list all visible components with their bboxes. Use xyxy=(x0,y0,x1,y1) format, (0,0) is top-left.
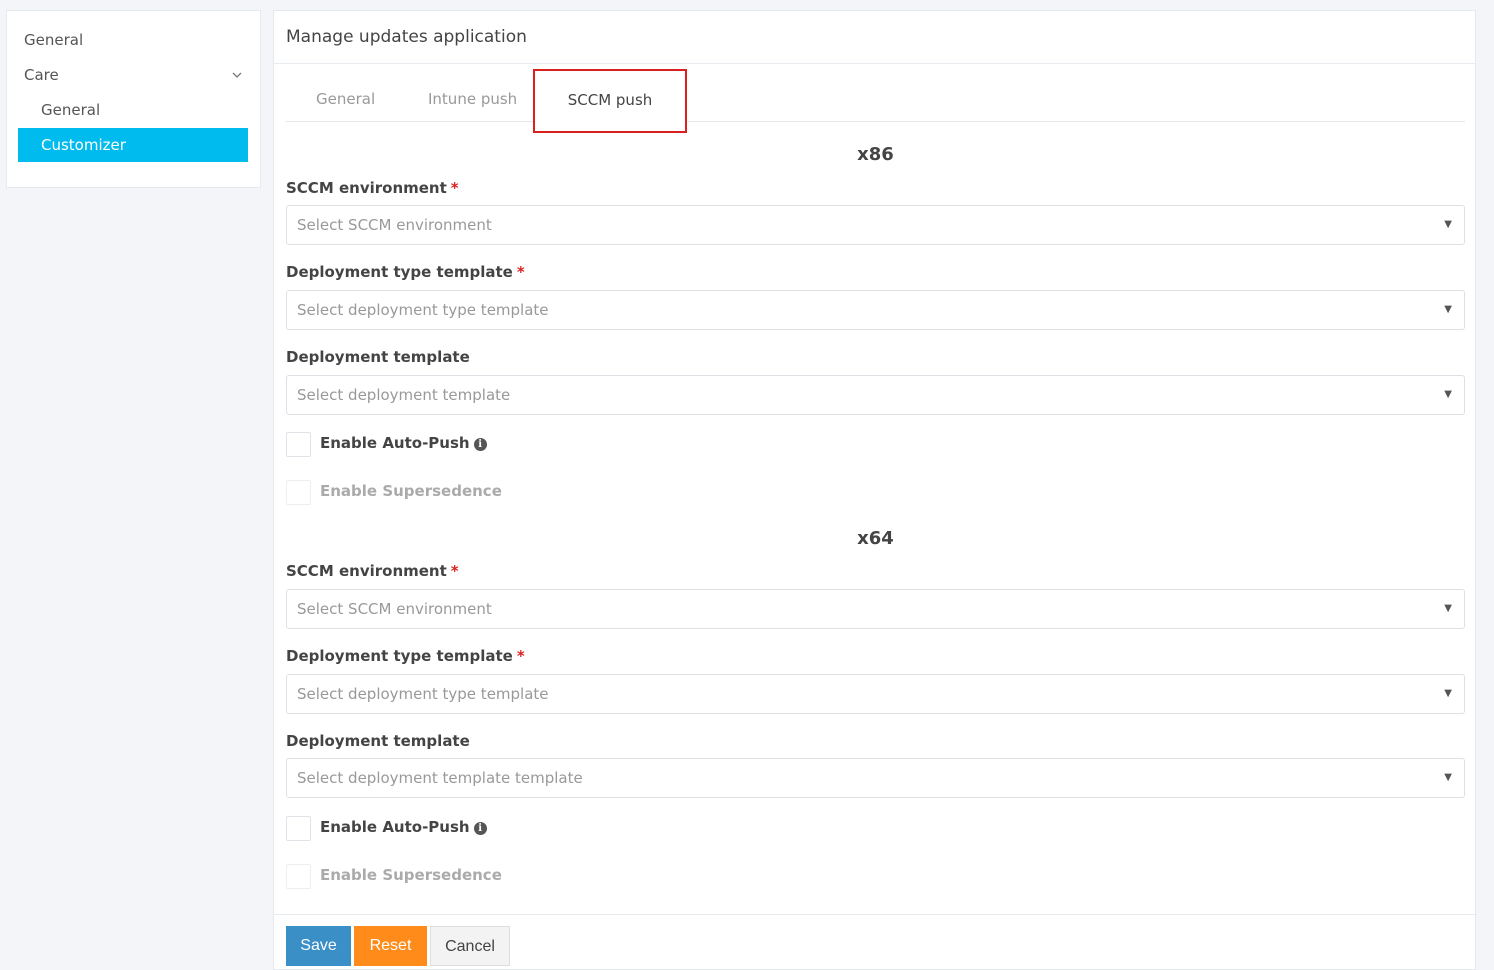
form-footer: Save Reset Cancel xyxy=(274,914,1477,970)
save-button[interactable]: Save xyxy=(286,926,351,966)
sidebar-item-general[interactable]: General xyxy=(7,23,260,58)
sidebar-item-label: General xyxy=(24,31,84,49)
x86-heading: x86 xyxy=(857,144,894,165)
x86-supersedence-checkbox[interactable] xyxy=(286,480,311,505)
sidebar-item-label: Customizer xyxy=(41,136,126,154)
caret-down-icon: ▼ xyxy=(1444,688,1452,699)
sidebar-item-care[interactable]: Care xyxy=(7,58,260,93)
tab-bar: General Intune push SCCM push xyxy=(286,69,1465,133)
label-text: SCCM environment xyxy=(286,562,447,580)
info-icon[interactable]: i xyxy=(473,822,487,835)
tab-intune-push[interactable]: Intune push xyxy=(428,69,517,121)
select-placeholder: Select SCCM environment xyxy=(297,216,492,234)
x64-deployment-type-template-select[interactable]: Select deployment type template ▼ xyxy=(286,674,1465,714)
x64-auto-push-checkbox[interactable] xyxy=(286,816,311,841)
page-title: Manage updates application xyxy=(274,11,1475,64)
required-marker: * xyxy=(450,179,459,197)
x64-sccm-environment-select[interactable]: Select SCCM environment ▼ xyxy=(286,589,1465,629)
x64-sccm-environment-label: SCCM environment * xyxy=(286,562,459,580)
caret-down-icon: ▼ xyxy=(1444,772,1452,783)
select-placeholder: Select deployment type template xyxy=(297,301,549,319)
x86-deployment-type-template-label: Deployment type template * xyxy=(286,263,525,281)
select-placeholder: Select deployment template xyxy=(297,386,511,404)
select-placeholder: Select deployment type template xyxy=(297,685,549,703)
select-placeholder: Select SCCM environment xyxy=(297,600,492,618)
x64-deployment-template-select[interactable]: Select deployment template template ▼ xyxy=(286,758,1465,798)
caret-down-icon: ▼ xyxy=(1444,219,1452,230)
x64-supersedence-label: Enable Supersedence xyxy=(320,866,502,884)
x86-auto-push-label: Enable Auto-Push i xyxy=(320,434,487,452)
x86-deployment-template-label: Deployment template xyxy=(286,348,470,366)
x86-sccm-environment-label: SCCM environment * xyxy=(286,179,459,197)
x86-sccm-environment-select[interactable]: Select SCCM environment ▼ xyxy=(286,205,1465,245)
caret-down-icon: ▼ xyxy=(1444,389,1452,400)
required-marker: * xyxy=(450,562,459,580)
info-icon[interactable]: i xyxy=(473,438,487,451)
x86-auto-push-checkbox[interactable] xyxy=(286,432,311,457)
required-marker: * xyxy=(516,647,525,665)
label-text: Enable Auto-Push xyxy=(320,818,470,836)
sidebar-item-label: General xyxy=(41,101,101,119)
sidebar: General Care General Customizer xyxy=(6,10,261,188)
x64-auto-push-label: Enable Auto-Push i xyxy=(320,818,487,836)
sidebar-item-care-general[interactable]: General xyxy=(7,93,260,128)
required-marker: * xyxy=(516,263,525,281)
x86-deployment-type-template-select[interactable]: Select deployment type template ▼ xyxy=(286,290,1465,330)
tab-general[interactable]: General xyxy=(316,69,375,121)
x64-deployment-template-label: Deployment template xyxy=(286,732,470,750)
caret-down-icon: ▼ xyxy=(1444,603,1452,614)
label-text: Deployment type template xyxy=(286,263,513,281)
caret-down-icon: ▼ xyxy=(1444,304,1452,315)
chevron-down-icon[interactable] xyxy=(232,58,242,93)
x86-supersedence-label: Enable Supersedence xyxy=(320,482,502,500)
label-text: Enable Auto-Push xyxy=(320,434,470,452)
sidebar-item-customizer[interactable]: Customizer xyxy=(18,128,248,162)
reset-button[interactable]: Reset xyxy=(354,926,427,966)
cancel-button[interactable]: Cancel xyxy=(430,926,510,966)
main-panel: Manage updates application General Intun… xyxy=(273,10,1477,970)
x86-deployment-template-select[interactable]: Select deployment template ▼ xyxy=(286,375,1465,415)
label-text: SCCM environment xyxy=(286,179,447,197)
sidebar-item-label: Care xyxy=(24,66,59,84)
label-text: Deployment type template xyxy=(286,647,513,665)
tab-sccm-push[interactable]: SCCM push xyxy=(533,69,687,133)
x64-heading: x64 xyxy=(857,528,894,549)
x64-supersedence-checkbox[interactable] xyxy=(286,864,311,889)
select-placeholder: Select deployment template template xyxy=(297,769,583,787)
x64-deployment-type-template-label: Deployment type template * xyxy=(286,647,525,665)
